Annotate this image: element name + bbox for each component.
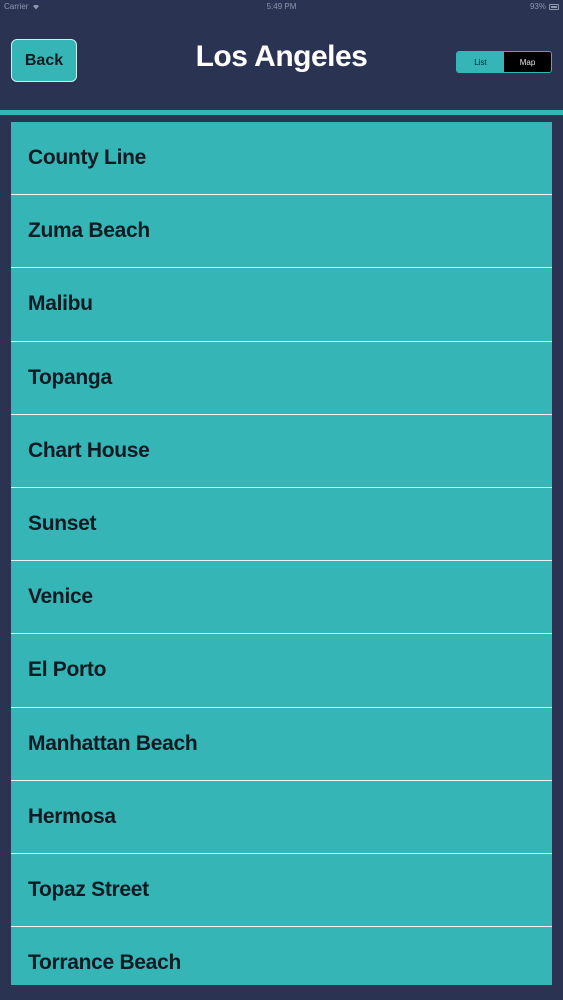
list-item-label: Venice: [28, 585, 93, 609]
list-item[interactable]: Hermosa: [11, 781, 552, 854]
status-bar: Carrier 5:49 PM 93%: [0, 0, 563, 14]
segment-map[interactable]: Map: [504, 52, 551, 72]
list-item[interactable]: Sunset: [11, 488, 552, 562]
list-item-label: County Line: [28, 146, 147, 170]
list-item[interactable]: County Line: [11, 122, 552, 196]
view-segmented-control: List Map: [456, 51, 552, 73]
list-item-label: Zuma Beach: [28, 219, 150, 243]
nav-bar: Back Los Angeles List Map: [0, 14, 563, 110]
header-divider: [0, 110, 563, 115]
list-item-label: Topaz Street: [28, 877, 149, 901]
status-time: 5:49 PM: [266, 2, 297, 11]
list-item-label: Chart House: [28, 438, 150, 462]
status-right: 93%: [530, 2, 559, 11]
list-item[interactable]: Venice: [11, 561, 552, 635]
list-item-label: Sunset: [28, 512, 97, 536]
list-item[interactable]: Torrance Beach: [11, 927, 552, 985]
list-item-label: El Porto: [28, 658, 107, 682]
list-item-label: Torrance Beach: [28, 951, 181, 975]
beach-list[interactable]: County Line Zuma Beach Malibu Topanga Ch…: [11, 122, 552, 985]
list-item-label: Malibu: [28, 292, 93, 316]
list-item-label: Topanga: [28, 365, 112, 389]
list-item[interactable]: El Porto: [11, 634, 552, 708]
battery-icon: [549, 3, 559, 10]
list-item-label: Manhattan Beach: [28, 731, 198, 755]
battery-percent: 93%: [529, 2, 546, 11]
list-item[interactable]: Chart House: [11, 415, 552, 488]
list-item[interactable]: Manhattan Beach: [11, 708, 552, 781]
list-item[interactable]: Topaz Street: [11, 854, 552, 928]
list-item[interactable]: Zuma Beach: [11, 195, 552, 269]
list-item-label: Hermosa: [28, 804, 116, 828]
list-item[interactable]: Malibu: [11, 268, 552, 342]
segment-list[interactable]: List: [457, 52, 504, 72]
list-item[interactable]: Topanga: [11, 342, 552, 415]
